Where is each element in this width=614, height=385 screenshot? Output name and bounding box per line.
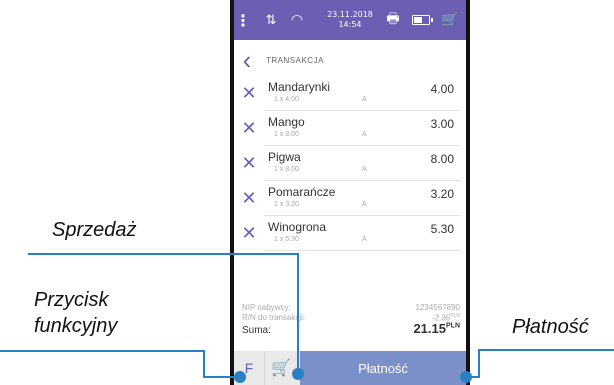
leader-function-dot bbox=[234, 371, 246, 383]
dots-vertical-icon[interactable]: ⋮ bbox=[234, 0, 252, 40]
leader-sale-v bbox=[297, 253, 299, 373]
leader-sale-dot bbox=[292, 368, 304, 380]
item-detail: 1 x 3.20 bbox=[274, 201, 299, 208]
close-icon[interactable]: ✕ bbox=[240, 189, 258, 207]
nip-label: NIP nabywcy: bbox=[242, 303, 291, 312]
annotation-payment: Płatność bbox=[512, 316, 589, 338]
item-name: Pigwa bbox=[268, 150, 301, 164]
item-vat: A bbox=[362, 96, 367, 103]
item-vat: A bbox=[362, 236, 367, 243]
battery-fill bbox=[414, 17, 422, 23]
payment-button[interactable]: Płatność bbox=[300, 351, 466, 385]
list-item[interactable]: ✕ Mandarynki 1 x 4.00 A 4.00 bbox=[241, 76, 460, 111]
battery-icon bbox=[408, 0, 434, 40]
annotation-sale: Sprzedaż bbox=[52, 219, 137, 241]
item-detail: 1 x 4.00 bbox=[274, 96, 299, 103]
bottom-bar: F 🛒 Płatność bbox=[234, 351, 466, 385]
list-item[interactable]: ✕ Winogrona 1 x 5.30 A 5.30 bbox=[241, 216, 460, 251]
close-icon[interactable]: ✕ bbox=[240, 224, 258, 242]
screen-header: ‹ TRANSAKCJA bbox=[234, 44, 466, 76]
item-price: 8.00 bbox=[430, 152, 454, 166]
list-item[interactable]: ✕ Pomarańcze 1 x 3.20 A 3.20 bbox=[241, 181, 460, 216]
printer-icon: 🖶 bbox=[386, 11, 400, 27]
close-icon[interactable]: ✕ bbox=[240, 84, 258, 102]
leader-payment-dot bbox=[460, 371, 472, 383]
leader-function-v bbox=[203, 350, 205, 378]
list-item[interactable]: ✕ Mango 1 x 3.00 A 3.00 bbox=[241, 111, 460, 146]
item-vat: A bbox=[362, 201, 367, 208]
item-detail: 1 x 8.00 bbox=[274, 166, 299, 173]
annotation-function: Przycisk funkcyjny bbox=[34, 287, 117, 339]
sum-label: Suma: bbox=[242, 325, 271, 336]
page-title: TRANSAKCJA bbox=[266, 55, 324, 65]
chevron-left-icon[interactable]: ‹ bbox=[236, 44, 258, 76]
arrows-up-down-icon: ⇅ bbox=[265, 12, 277, 28]
list-item[interactable]: ✕ Pigwa 1 x 8.00 A 8.00 bbox=[241, 146, 460, 181]
item-vat: A bbox=[362, 131, 367, 138]
discount-currency: PLN bbox=[450, 313, 460, 319]
item-detail: 1 x 3.00 bbox=[274, 131, 299, 138]
sum-currency: PLN bbox=[446, 322, 460, 330]
leader-function-h bbox=[0, 350, 205, 352]
wifi-icon: ◠ bbox=[290, 12, 304, 28]
sum-value: 21.15 bbox=[413, 321, 446, 336]
item-vat: A bbox=[362, 166, 367, 173]
cart-add-icon[interactable]: 🛒 bbox=[266, 351, 296, 385]
leader-payment-h2 bbox=[478, 349, 614, 351]
annotation-function-line1: Przycisk bbox=[34, 289, 109, 311]
sum-value-wrap: 21.15PLN bbox=[413, 321, 460, 336]
item-price: 4.00 bbox=[430, 82, 454, 96]
discount-label: R/N do transakcji: bbox=[242, 313, 306, 322]
nip-value: 1234567890 bbox=[415, 303, 461, 312]
annotation-function-line2: funkcyjny bbox=[34, 315, 118, 337]
close-icon[interactable]: ✕ bbox=[240, 154, 258, 172]
item-list: ✕ Mandarynki 1 x 4.00 A 4.00 ✕ Mango 1 x 3.00 A 3… bbox=[234, 76, 466, 251]
summary: NIP nabywcy: 1234567890 R/N do transakcj… bbox=[242, 303, 460, 337]
leader-payment-v bbox=[478, 349, 480, 378]
item-name: Pomarańcze bbox=[268, 185, 336, 199]
status-time: 14:54 bbox=[338, 20, 362, 29]
cart-icon[interactable]: 🛒 bbox=[438, 0, 462, 40]
status-bar: ⋮ ⇅ ◠ 23.11.2018 14:54 🖶 🛒 bbox=[234, 0, 466, 40]
nip-row: NIP nabywcy: 1234567890 bbox=[242, 303, 460, 313]
item-price: 3.00 bbox=[430, 117, 454, 131]
status-date: 23.11.2018 bbox=[327, 10, 373, 19]
item-detail: 1 x 5.30 bbox=[274, 236, 299, 243]
item-price: 3.20 bbox=[430, 187, 454, 201]
device-screen: ⋮ ⇅ ◠ 23.11.2018 14:54 🖶 🛒 ‹ TRANSAKCJA … bbox=[234, 0, 466, 385]
item-price: 5.30 bbox=[430, 222, 454, 236]
total-row: Suma: 21.15PLN bbox=[242, 321, 460, 337]
close-icon[interactable]: ✕ bbox=[240, 119, 258, 137]
item-name: Mango bbox=[268, 115, 305, 129]
leader-sale-h bbox=[28, 253, 299, 255]
item-name: Mandarynki bbox=[268, 80, 331, 94]
status-datetime: 23.11.2018 14:54 bbox=[320, 0, 380, 40]
device-frame: ⋮ ⇅ ◠ 23.11.2018 14:54 🖶 🛒 ‹ TRANSAKCJA … bbox=[230, 0, 470, 385]
item-name: Winogrona bbox=[268, 220, 327, 234]
